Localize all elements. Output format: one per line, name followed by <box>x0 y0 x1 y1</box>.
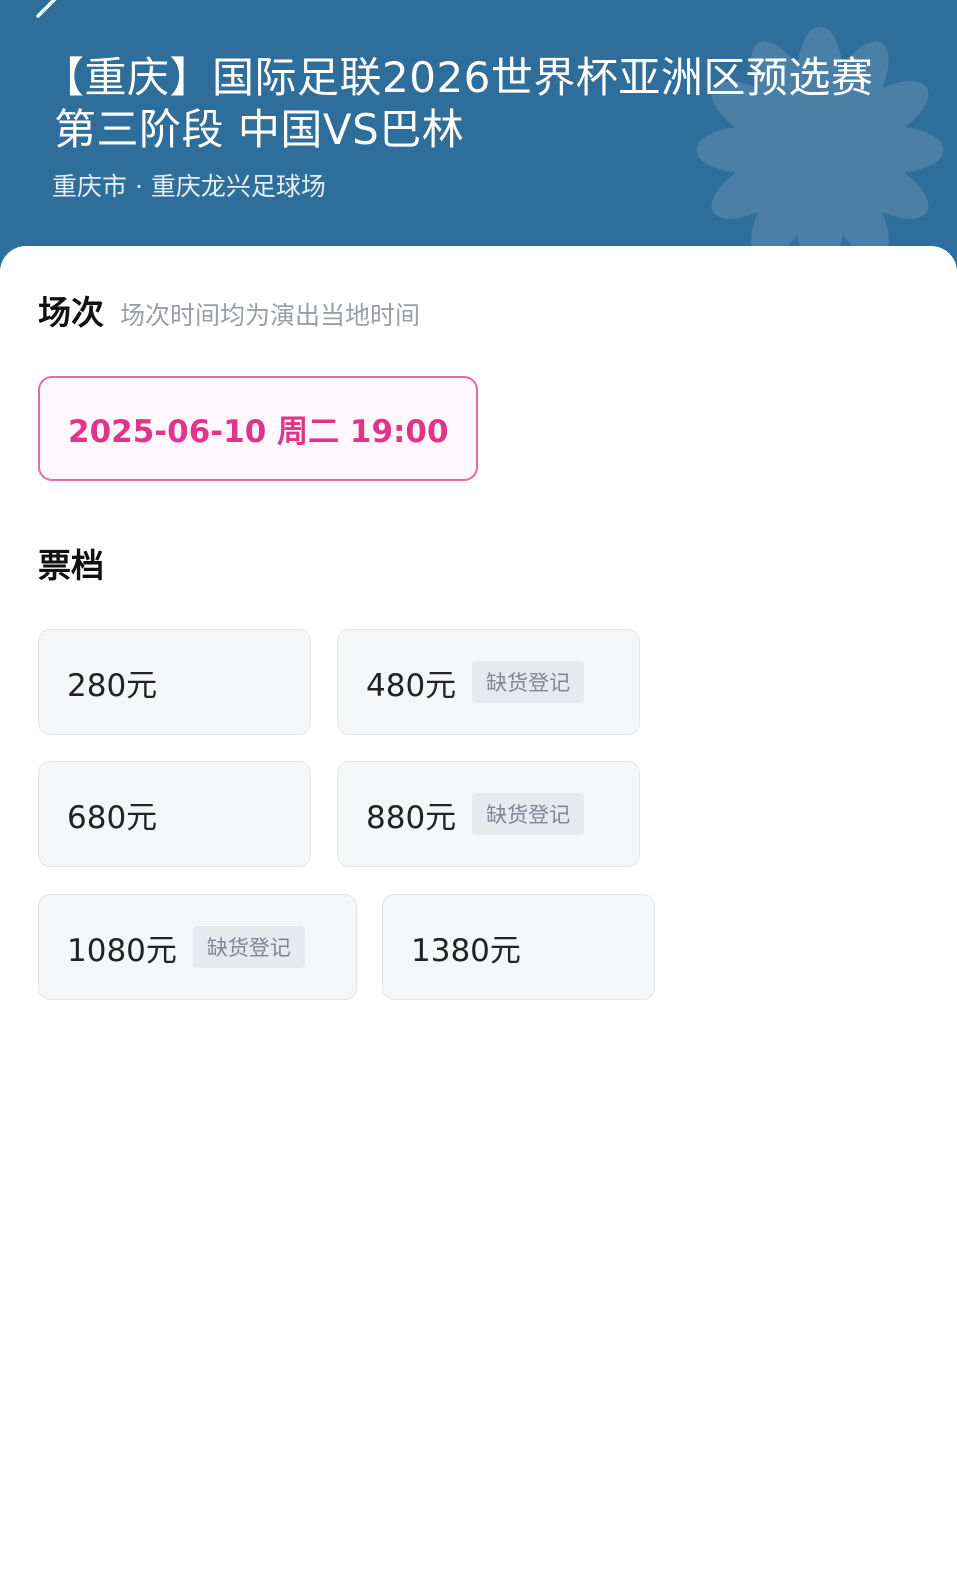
ticket-tier-480[interactable]: 480元 缺货登记 <box>337 629 640 735</box>
event-title-line2: 第三阶段 中国VS巴林 <box>54 105 465 154</box>
tier-price: 1380元 <box>411 932 521 969</box>
session-section-subtitle: 场次时间均为演出当地时间 <box>120 301 421 330</box>
ticket-tier-1080[interactable]: 1080元 缺货登记 <box>38 894 357 1000</box>
tier-price: 280元 <box>67 667 158 704</box>
tier-price: 680元 <box>67 799 158 836</box>
tier-price: 880元 <box>366 799 457 836</box>
session-section-header: 场次 场次时间均为演出当地时间 <box>38 293 420 333</box>
ticket-page: 【重庆】国际足联2026世界杯亚洲区预选赛 第三阶段 中国VS巴林 重庆市 · … <box>0 0 957 1585</box>
tier-section-title: 票档 <box>38 546 104 585</box>
out-of-stock-register-tag[interactable]: 缺货登记 <box>472 661 585 703</box>
event-title-line1: 【重庆】国际足联2026世界杯亚洲区预选赛 <box>42 53 874 102</box>
tier-price: 480元 <box>366 667 457 704</box>
out-of-stock-register-tag[interactable]: 缺货登记 <box>192 926 305 968</box>
out-of-stock-register-tag[interactable]: 缺货登记 <box>472 793 585 835</box>
session-option-button[interactable]: 2025-06-10 周二 19:00 <box>38 376 478 481</box>
tier-section-header: 票档 <box>38 546 104 586</box>
tier-price: 1080元 <box>67 932 177 969</box>
ticket-tier-280[interactable]: 280元 <box>38 629 311 735</box>
event-title: 【重庆】国际足联2026世界杯亚洲区预选赛 第三阶段 中国VS巴林 <box>42 52 922 156</box>
session-section-title: 场次 <box>38 293 104 332</box>
back-arrow-icon[interactable] <box>30 0 66 30</box>
event-venue: 重庆市 · 重庆龙兴足球场 <box>52 172 326 201</box>
ticket-tier-1380[interactable]: 1380元 <box>382 894 655 1000</box>
ticket-tier-880[interactable]: 880元 缺货登记 <box>337 761 640 867</box>
ticket-tier-680[interactable]: 680元 <box>38 761 311 867</box>
